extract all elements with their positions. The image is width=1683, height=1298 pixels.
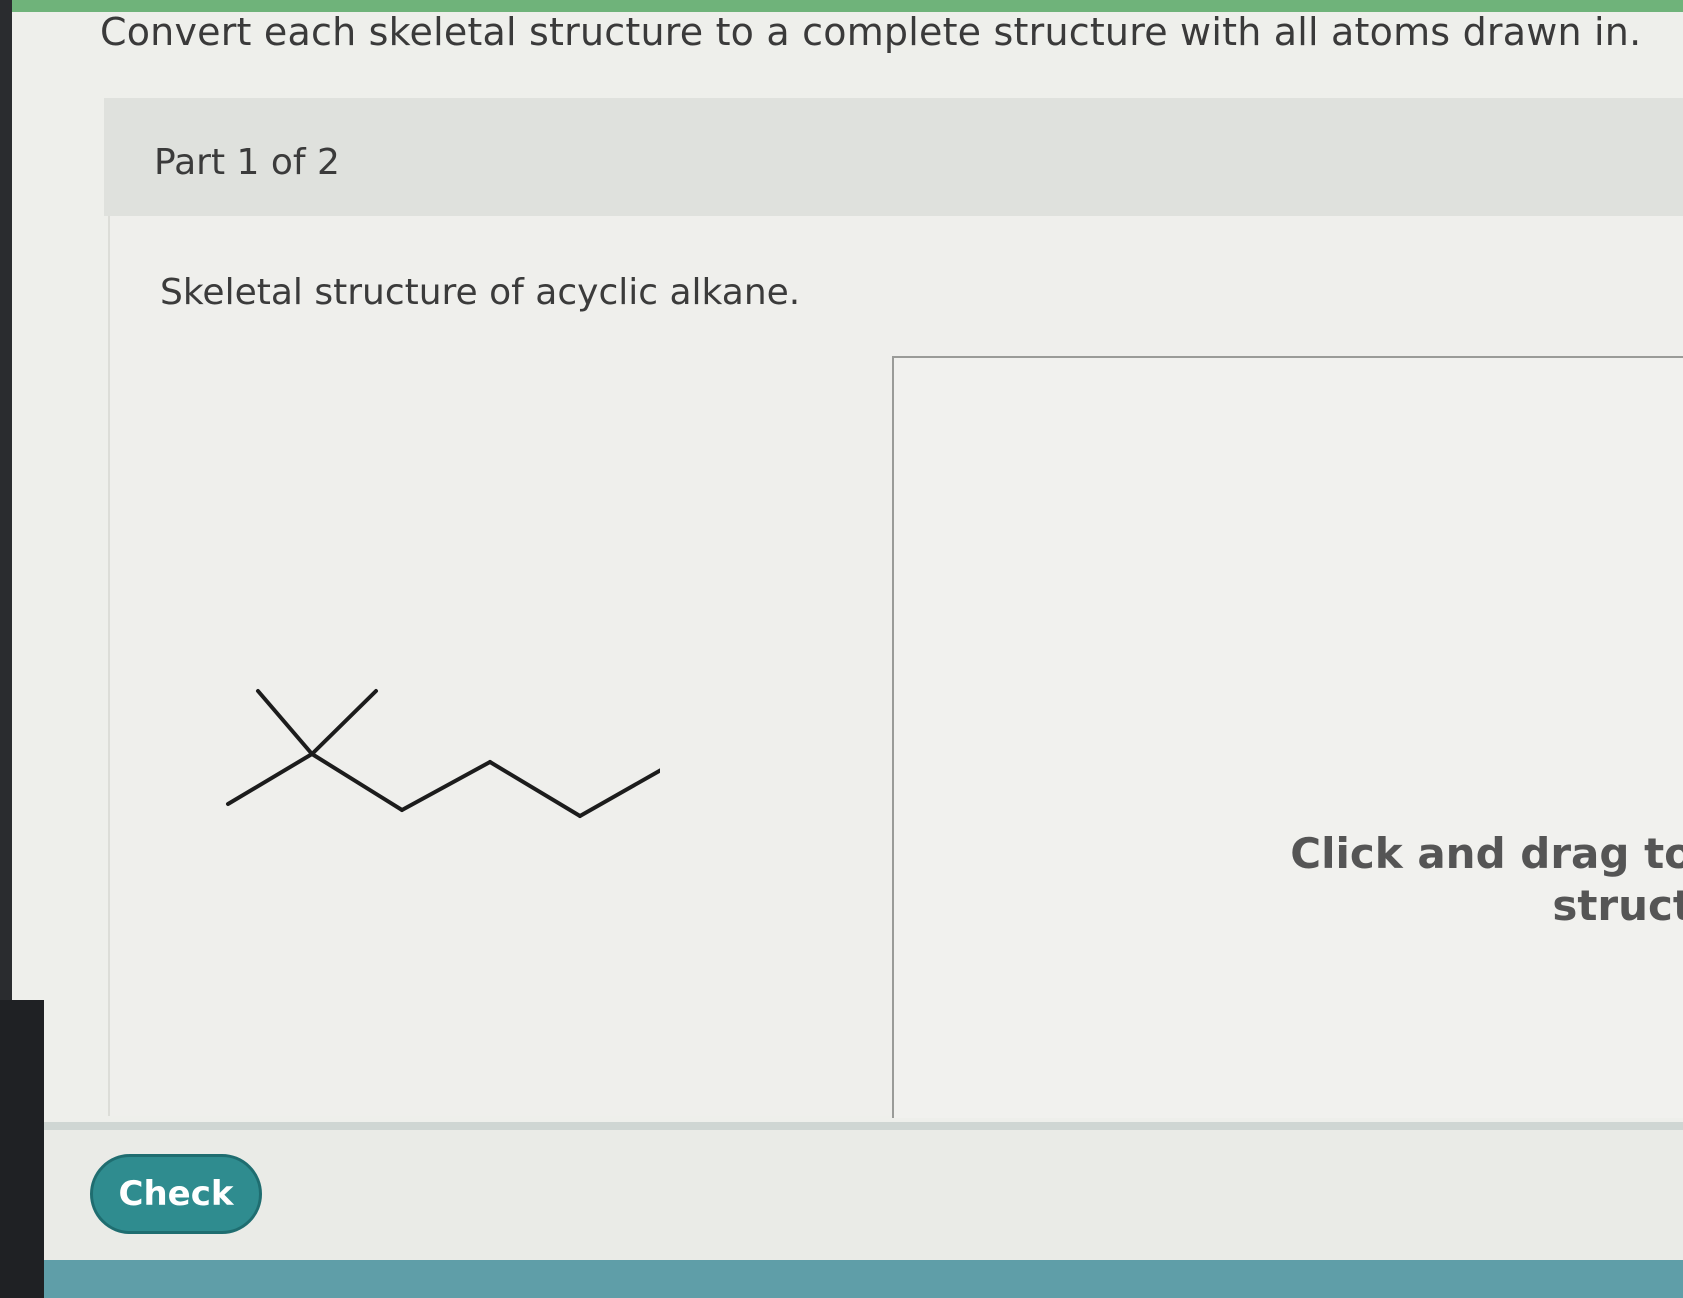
skeletal-structure-svg	[226, 689, 670, 818]
canvas-hint-line-2: struct	[1552, 881, 1683, 930]
canvas-hint-line-1: Click and drag to	[1290, 829, 1683, 878]
drawing-canvas[interactable]: Click and drag to struct	[892, 356, 1683, 1118]
instruction-text: Convert each skeletal structure to a com…	[100, 10, 1642, 54]
bond-3	[226, 752, 314, 806]
part-label: Part 1 of 2	[154, 142, 340, 183]
question-text: Skeletal structure of acyclic alkane.	[160, 272, 801, 313]
skeletal-structure	[140, 686, 670, 886]
page: Convert each skeletal structure to a com…	[0, 0, 1683, 1298]
check-button[interactable]: Check	[90, 1154, 262, 1234]
screen-edge-bottom	[0, 1000, 44, 1298]
bond-2	[256, 689, 314, 756]
part-header: Part 1 of 2	[104, 98, 1683, 216]
bond-4	[310, 752, 404, 812]
footer: Check	[44, 1130, 1683, 1260]
bond-1	[310, 689, 378, 756]
bond-5	[400, 760, 492, 812]
canvas-hint: Click and drag to struct	[1193, 828, 1683, 932]
question-panel: Skeletal structure of acyclic alkane. Cl…	[108, 216, 1683, 1118]
bottom-bar	[44, 1260, 1683, 1298]
footer-divider	[44, 1122, 1683, 1130]
bond-7	[578, 764, 670, 818]
bond-6	[488, 760, 582, 818]
